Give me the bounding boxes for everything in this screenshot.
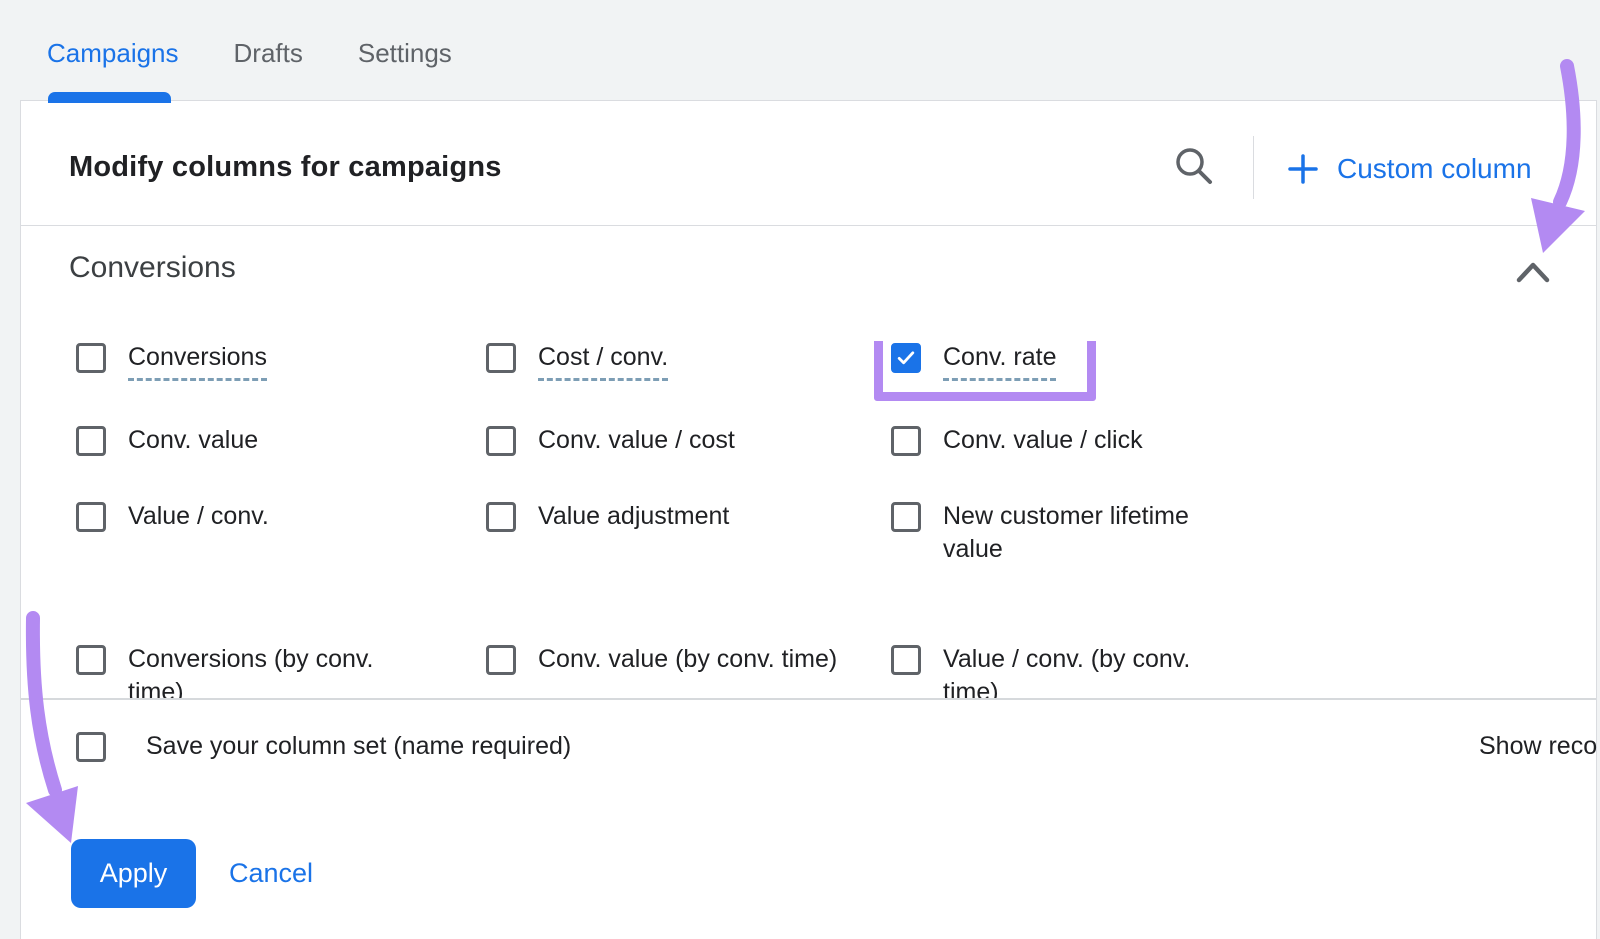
apply-button[interactable]: Apply xyxy=(71,839,196,908)
section-title-conversions: Conversions xyxy=(69,251,236,285)
column-item-label: Conversions (by conv. time) xyxy=(128,643,428,698)
column-item-label: Conv. value / cost xyxy=(538,424,735,457)
panel-header: Modify columns for campaigns Custom colu… xyxy=(21,101,1596,226)
show-reco-link[interactable]: Show reco xyxy=(1479,732,1597,761)
column-item[interactable]: Conv. value (by conv. time) xyxy=(486,643,891,698)
custom-column-label: Custom column xyxy=(1337,153,1532,185)
tab-campaigns[interactable]: Campaigns xyxy=(47,38,179,69)
column-item[interactable]: Conv. value / click xyxy=(891,424,1536,457)
collapse-section-button[interactable] xyxy=(1513,257,1553,287)
column-item[interactable]: Conversions (by conv. time) xyxy=(76,643,486,698)
checkbox-unchecked[interactable] xyxy=(76,426,106,456)
column-item-label: Conv. rate xyxy=(943,341,1056,381)
save-column-set-row[interactable]: Save your column set (name required) xyxy=(76,730,571,762)
search-icon xyxy=(1173,145,1217,189)
chevron-up-icon xyxy=(1513,257,1553,287)
checkbox-unchecked[interactable] xyxy=(76,343,106,373)
cancel-button[interactable]: Cancel xyxy=(229,839,313,908)
column-item-label: Conv. value / click xyxy=(943,424,1143,457)
column-item[interactable]: Cost / conv. xyxy=(486,341,891,381)
checkbox-unchecked[interactable] xyxy=(76,502,106,532)
columns-list: Conversions Cost / conv. Conv. rate Conv. v… xyxy=(76,341,1536,698)
custom-column-button[interactable]: Custom column xyxy=(1287,149,1532,189)
column-item[interactable]: Conversions xyxy=(76,341,486,381)
column-item[interactable]: New customer lifetime value xyxy=(891,500,1536,566)
checkbox-unchecked[interactable] xyxy=(486,502,516,532)
panel-footer: Save your column set (name required) Sho… xyxy=(21,698,1596,939)
tab-settings[interactable]: Settings xyxy=(358,38,452,69)
column-item[interactable]: Conv. value xyxy=(76,424,486,457)
column-item-label: Value / conv. (by conv. time) xyxy=(943,643,1243,698)
tab-bar: Campaigns Drafts Settings xyxy=(47,38,452,69)
save-column-set-label: Save your column set (name required) xyxy=(146,732,571,761)
column-item[interactable]: Value / conv. (by conv. time) xyxy=(891,643,1536,698)
checkbox-unchecked[interactable] xyxy=(76,645,106,675)
column-item-label: Value adjustment xyxy=(538,500,729,533)
dialog-title: Modify columns for campaigns xyxy=(69,151,502,184)
checkbox-unchecked[interactable] xyxy=(891,645,921,675)
column-item-label: Cost / conv. xyxy=(538,341,668,381)
column-item-label: Value / conv. xyxy=(128,500,269,533)
checkbox-unchecked[interactable] xyxy=(486,426,516,456)
column-item[interactable]: Conv. rate xyxy=(891,341,1536,381)
save-column-set-checkbox[interactable] xyxy=(76,732,106,762)
column-item[interactable]: Value / conv. xyxy=(76,500,486,566)
tab-drafts[interactable]: Drafts xyxy=(234,38,303,69)
column-item-label: New customer lifetime value xyxy=(943,500,1243,566)
checkbox-checked[interactable] xyxy=(891,343,921,373)
checkbox-unchecked[interactable] xyxy=(891,426,921,456)
column-item-label: Conv. value xyxy=(128,424,258,457)
column-item[interactable]: Value adjustment xyxy=(486,500,891,566)
checkbox-unchecked[interactable] xyxy=(486,343,516,373)
column-item-label: Conv. value (by conv. time) xyxy=(538,643,837,676)
checkbox-unchecked[interactable] xyxy=(486,645,516,675)
active-tab-indicator xyxy=(48,92,171,103)
columns-grid: Conversions Cost / conv. Conv. rate Conv. v… xyxy=(76,341,1536,698)
search-button[interactable] xyxy=(1173,145,1217,189)
modify-columns-panel: Modify columns for campaigns Custom colu… xyxy=(20,100,1597,939)
checkmark-icon xyxy=(894,346,918,370)
checkbox-unchecked[interactable] xyxy=(891,502,921,532)
column-item[interactable]: Conv. value / cost xyxy=(486,424,891,457)
header-divider xyxy=(1253,136,1254,199)
column-item-label: Conversions xyxy=(128,341,267,381)
plus-icon xyxy=(1287,153,1319,185)
